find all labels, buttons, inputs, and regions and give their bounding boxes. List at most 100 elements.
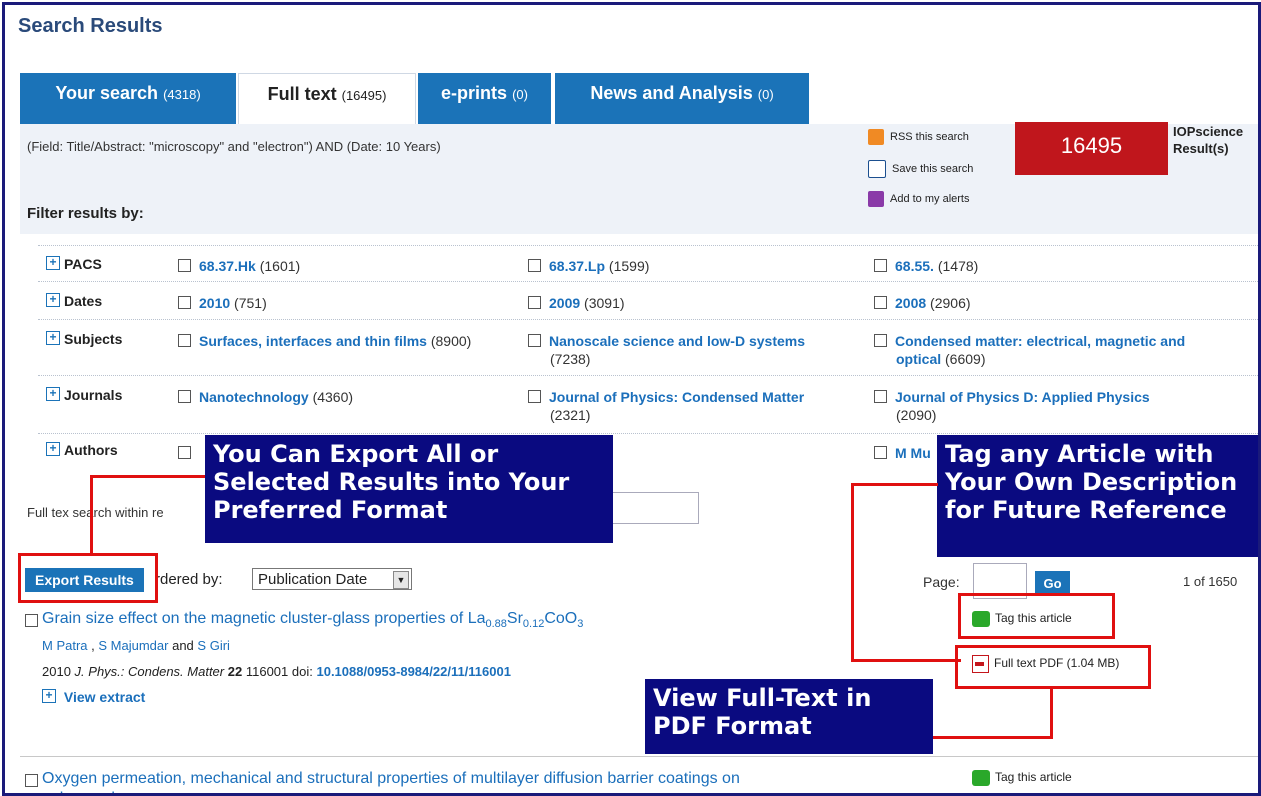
filter-option[interactable]: 2008 (2906) — [874, 294, 1204, 312]
result-title-link[interactable]: Oxygen permeation, mechanical and struct… — [42, 769, 922, 793]
rss-icon — [868, 129, 884, 145]
tab-label: News and Analysis — [590, 83, 753, 103]
expand-icon: + — [46, 331, 60, 345]
tag-article-link[interactable]: Tag this article — [972, 770, 1072, 786]
tab-news-and-analysis[interactable]: News and Analysis (0) — [555, 73, 811, 125]
floppy-disk-icon — [868, 160, 886, 178]
filter-option[interactable]: Journal of Physics: Condensed Matter (232… — [528, 388, 838, 424]
checkbox[interactable] — [178, 334, 191, 347]
expand-icon: + — [46, 442, 60, 456]
annotation-box-export — [18, 553, 158, 603]
browser-frame: Search Results Your search (4318) Full t… — [2, 2, 1261, 796]
checkbox[interactable] — [178, 390, 191, 403]
tab-count: (0) — [757, 87, 774, 102]
annotation-line — [1050, 687, 1053, 739]
callout-pdf: View Full-Text in PDF Format — [645, 679, 933, 754]
callout-export: You Can Export All or Selected Results i… — [205, 435, 613, 543]
result-citation: 2010 J. Phys.: Condens. Matter 22 116001… — [42, 664, 511, 679]
filter-option[interactable]: Nanotechnology (4360) — [178, 388, 508, 406]
filter-option[interactable]: 68.55. (1478) — [874, 257, 1204, 275]
annotation-line — [851, 659, 961, 662]
checkbox[interactable] — [178, 446, 191, 459]
filter-option[interactable]: Journal of Physics D: Applied Physics (20… — [874, 388, 1194, 424]
annotation-line — [851, 483, 854, 661]
filter-option[interactable]: Condensed matter: electrical, magnetic a… — [874, 332, 1214, 368]
filter-label[interactable]: + Subjects — [46, 331, 122, 347]
tab-label: Your search — [55, 83, 159, 103]
tab-label: e-prints — [441, 83, 508, 103]
tag-icon — [972, 770, 990, 786]
tab-your-search[interactable]: Your search (4318) — [20, 73, 238, 125]
expand-icon: + — [46, 256, 60, 270]
filter-option[interactable]: 2009 (3091) — [528, 294, 858, 312]
ordered-by-label: rdered by: — [155, 571, 223, 588]
source-name: IOPscience — [1173, 124, 1244, 139]
filter-row-journals: + Journals Nanotechnology (4360) Journal … — [38, 375, 1258, 432]
checkbox[interactable] — [874, 259, 887, 272]
fulltext-search-label: Full tex search within re — [27, 505, 164, 520]
tab-e-prints[interactable]: e-prints (0) — [418, 73, 553, 125]
callout-tag: Tag any Article with Your Own Descriptio… — [937, 435, 1258, 557]
search-query: (Field: Title/Abstract: "microscopy" and… — [27, 139, 441, 154]
result-divider — [20, 756, 1258, 757]
checkbox[interactable] — [528, 334, 541, 347]
result-count-badge: 16495 — [1015, 122, 1168, 175]
filter-option[interactable]: 68.37.Lp (1599) — [528, 257, 858, 275]
annotation-box-pdf — [955, 645, 1151, 689]
result-source-label: IOPscience Result(s) — [1173, 123, 1258, 157]
annotation-line — [90, 475, 93, 555]
order-value: Publication Date — [258, 571, 368, 588]
author-link[interactable]: M Patra — [42, 638, 88, 653]
filter-row-dates: + Dates 2010 (751) 2009 (3091) 2008 (2906… — [38, 281, 1258, 318]
annotation-line — [90, 475, 205, 478]
filter-label[interactable]: + Journals — [46, 387, 122, 403]
filter-option[interactable]: Surfaces, interfaces and thin films (890… — [178, 332, 508, 350]
rss-action[interactable]: RSS this search — [868, 129, 969, 145]
tab-count: (4318) — [163, 87, 201, 102]
filter-label[interactable]: + PACS — [46, 256, 102, 272]
checkbox[interactable] — [874, 296, 887, 309]
annotation-line — [933, 736, 1053, 739]
view-extract-toggle[interactable]: + View extract — [42, 689, 145, 705]
chevron-down-icon: ▼ — [393, 571, 409, 589]
filter-label[interactable]: + Authors — [46, 442, 118, 458]
result-title-link[interactable]: Grain size effect on the magnetic cluste… — [42, 610, 583, 630]
add-alert-action[interactable]: Add to my alerts — [868, 191, 969, 207]
alerts-label: Add to my alerts — [890, 192, 970, 205]
expand-icon: + — [46, 293, 60, 307]
checkbox[interactable] — [528, 296, 541, 309]
expand-icon: + — [42, 689, 56, 703]
author-link[interactable]: S Majumdar — [98, 638, 168, 653]
checkbox[interactable] — [528, 259, 541, 272]
checkbox[interactable] — [178, 296, 191, 309]
tab-count: (16495) — [341, 88, 387, 103]
checkbox[interactable] — [874, 390, 887, 403]
page-label: Page: — [923, 574, 960, 590]
annotation-box-tag — [958, 593, 1115, 639]
filter-row-subjects: + Subjects Surfaces, interfaces and thin … — [38, 319, 1258, 374]
filter-option[interactable]: 68.37.Hk (1601) — [178, 257, 508, 275]
checkbox[interactable] — [178, 259, 191, 272]
result-label: Result(s) — [1173, 141, 1229, 156]
filter-label[interactable]: + Dates — [46, 293, 102, 309]
author-link[interactable]: S Giri — [197, 638, 230, 653]
order-select[interactable]: Publication Date ▼ — [252, 568, 412, 590]
tab-full-text[interactable]: Full text (16495) — [238, 73, 416, 125]
save-search-action[interactable]: Save this search — [868, 160, 973, 178]
filter-title: Filter results by: — [27, 205, 144, 222]
checkbox[interactable] — [874, 334, 887, 347]
page-count: 1 of 1650 — [1183, 574, 1238, 589]
rss-label: RSS this search — [890, 130, 969, 143]
checkbox[interactable] — [874, 446, 887, 459]
tab-count: (0) — [512, 87, 528, 102]
filter-option[interactable]: 2010 (751) — [178, 294, 508, 312]
doi-link[interactable]: 10.1088/0953-8984/22/11/116001 — [316, 664, 510, 679]
expand-icon: + — [46, 387, 60, 401]
checkbox[interactable] — [528, 390, 541, 403]
tab-label: Full text — [267, 84, 337, 104]
annotation-line — [851, 483, 938, 486]
save-label: Save this search — [892, 162, 974, 175]
result-authors: M Patra , S Majumdar and S Giri — [42, 638, 230, 653]
filter-row-pacs: + PACS 68.37.Hk (1601) 68.37.Lp (1599) 68… — [38, 245, 1258, 282]
filter-option[interactable]: Nanoscale science and low-D systems (7238… — [528, 332, 828, 368]
